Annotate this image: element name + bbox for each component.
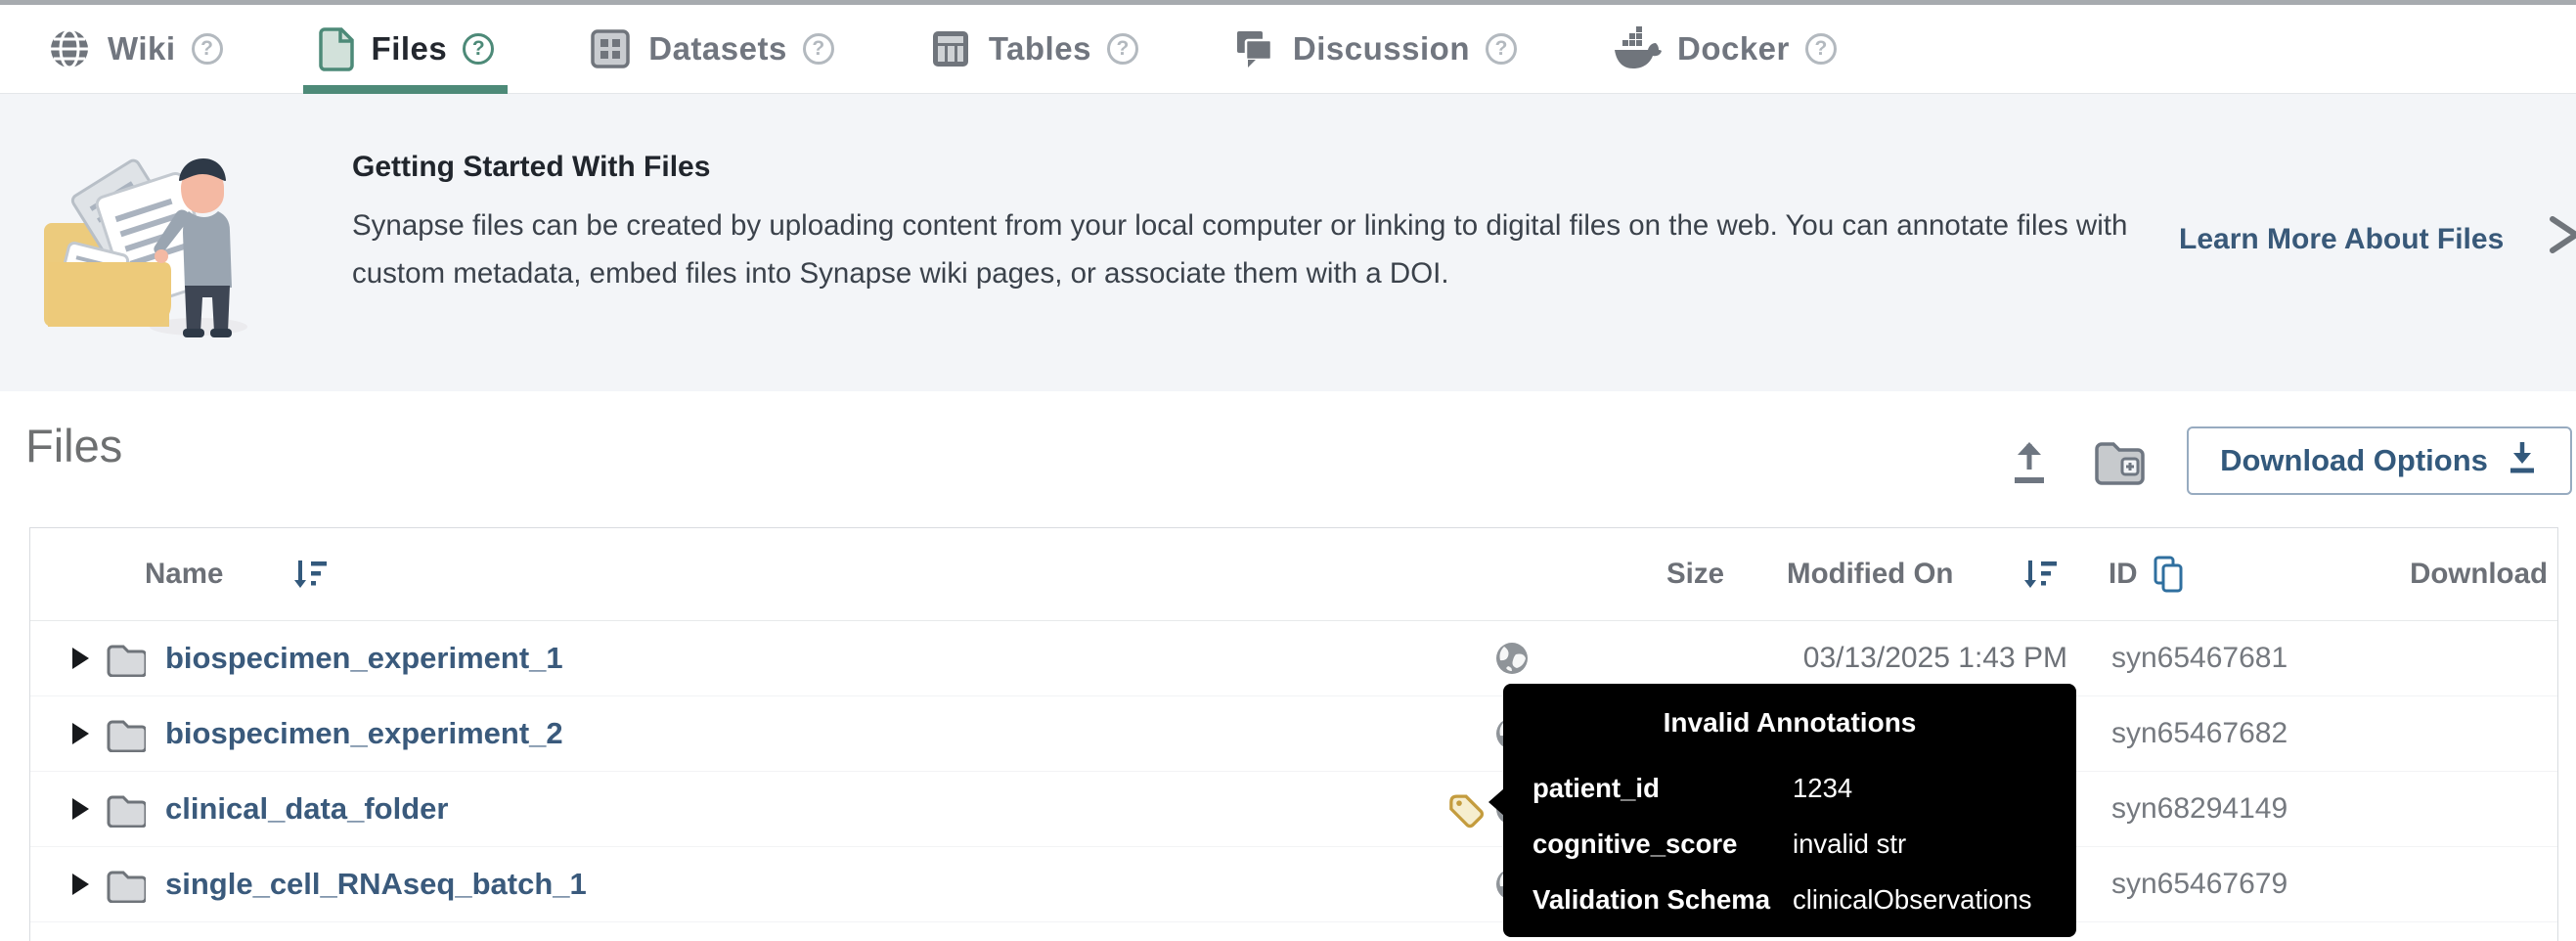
tables-icon — [928, 26, 973, 71]
upload-button[interactable] — [2005, 436, 2054, 487]
docker-icon — [1611, 26, 1662, 71]
syn-id-value: syn65467682 — [2111, 717, 2287, 750]
table-row: biospecimen_experiment_2 syn65467682 — [30, 696, 2557, 772]
tooltip-row: cognitive_score invalid str — [1532, 816, 2047, 872]
tab-discussion[interactable]: Discussion ? — [1232, 5, 1517, 93]
next-chevron-icon[interactable] — [2543, 211, 2576, 263]
column-header-size: Size — [1666, 558, 1724, 591]
syn-id-value: syn68294149 — [2111, 792, 2287, 826]
tooltip-row: Validation Schema clinicalObservations — [1532, 872, 2047, 927]
tooltip-row: patient_id 1234 — [1532, 760, 2047, 816]
table-row: clinical_data_folder syn68294149 — [30, 772, 2557, 847]
globe-status-icon[interactable] — [1494, 641, 1530, 676]
help-icon[interactable]: ? — [1805, 33, 1837, 65]
tooltip-rows: patient_id 1234 cognitive_score invalid … — [1503, 760, 2076, 927]
tab-docker[interactable]: Docker ? — [1611, 5, 1837, 93]
table-row: biospecimen_experiment_1 03/13/2025 1:43… — [30, 621, 2557, 696]
annotations-tag-icon[interactable] — [1445, 789, 1487, 829]
tab-datasets[interactable]: Datasets ? — [588, 5, 834, 93]
annotation-key: Validation Schema — [1532, 884, 1793, 916]
syn-id-value: syn65467681 — [2111, 642, 2287, 675]
expand-caret-icon[interactable] — [72, 874, 89, 895]
annotation-key: patient_id — [1532, 773, 1793, 804]
page: Wiki ? Files ? Datasets ? Tables ? Discu… — [0, 0, 2576, 941]
help-icon[interactable]: ? — [803, 33, 834, 65]
copy-id-icon[interactable] — [2152, 555, 2185, 594]
table-row: single_cell_RNAseq_batch_1 syn65467679 — [30, 847, 2557, 922]
column-header-modified: Modified On — [1787, 558, 1953, 591]
files-table-header: Name Size Modified On — [30, 528, 2557, 621]
files-page-title: Files — [25, 419, 122, 472]
syn-id-value: syn65467679 — [2111, 868, 2287, 901]
tooltip-title: Invalid Annotations — [1503, 707, 2076, 739]
column-header-name: Name — [145, 558, 223, 591]
discussion-icon — [1232, 26, 1277, 71]
upload-icon — [2005, 475, 2054, 490]
column-header-id: ID — [2109, 558, 2138, 591]
folder-name-link[interactable]: biospecimen_experiment_2 — [165, 716, 563, 751]
folder-icon — [105, 868, 146, 903]
sort-modified-icon[interactable] — [2021, 557, 2059, 592]
file-icon — [317, 24, 356, 73]
learn-more-link[interactable]: Learn More About Files — [2179, 223, 2504, 256]
globe-icon — [47, 26, 92, 71]
folder-plus-icon — [2093, 473, 2146, 488]
invalid-annotations-tooltip: Invalid Annotations patient_id 1234 cogn… — [1503, 684, 2076, 937]
sort-name-icon[interactable] — [291, 557, 329, 592]
folder-name-link[interactable]: clinical_data_folder — [165, 791, 448, 827]
help-icon[interactable]: ? — [463, 33, 494, 65]
modified-on-value: 03/13/2025 1:43 PM — [1803, 642, 2067, 675]
help-icon[interactable]: ? — [1107, 33, 1138, 65]
download-options-button[interactable]: Download Options — [2187, 426, 2572, 495]
help-icon[interactable]: ? — [192, 33, 223, 65]
folder-icon — [105, 642, 146, 677]
banner-title: Getting Started With Files — [352, 151, 2152, 184]
annotation-value: clinicalObservations — [1793, 884, 2047, 916]
getting-started-banner: Getting Started With Files Synapse files… — [0, 94, 2576, 391]
folder-icon — [105, 717, 146, 752]
tab-wiki[interactable]: Wiki ? — [47, 5, 223, 93]
annotation-key: cognitive_score — [1532, 829, 1793, 860]
new-folder-button[interactable] — [2093, 440, 2146, 485]
expand-caret-icon[interactable] — [72, 723, 89, 744]
column-header-download: Download — [2410, 558, 2548, 591]
annotation-value: invalid str — [1793, 829, 2047, 860]
files-illustration — [34, 133, 261, 345]
files-table: Name Size Modified On — [29, 527, 2558, 941]
expand-caret-icon[interactable] — [72, 648, 89, 669]
entity-tab-bar: Wiki ? Files ? Datasets ? Tables ? Discu… — [0, 5, 2576, 94]
annotation-value: 1234 — [1793, 773, 2047, 804]
banner-description: Synapse files can be created by uploadin… — [352, 202, 2142, 297]
help-icon[interactable]: ? — [1486, 33, 1517, 65]
folder-name-link[interactable]: single_cell_RNAseq_batch_1 — [165, 867, 587, 902]
folder-icon — [105, 792, 146, 828]
expand-caret-icon[interactable] — [72, 798, 89, 820]
download-icon — [2506, 438, 2539, 483]
tab-files[interactable]: Files ? — [317, 5, 495, 93]
datasets-icon — [588, 26, 633, 71]
tab-tables[interactable]: Tables ? — [928, 5, 1138, 93]
download-options-label: Download Options — [2220, 443, 2488, 478]
files-table-body: biospecimen_experiment_1 03/13/2025 1:43… — [30, 621, 2557, 922]
folder-name-link[interactable]: biospecimen_experiment_1 — [165, 641, 563, 676]
